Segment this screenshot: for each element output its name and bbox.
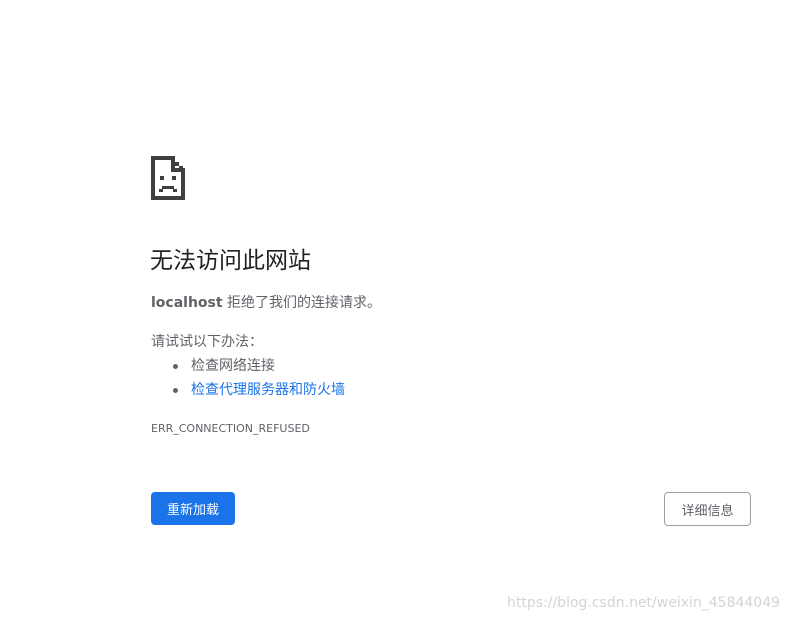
watermark: https://blog.csdn.net/weixin_45844049 xyxy=(507,595,781,611)
details-button[interactable]: 详细信息 xyxy=(664,492,751,526)
sad-document-icon xyxy=(151,156,185,200)
reload-button[interactable]: 重新加载 xyxy=(151,492,235,525)
suggestion-label: 检查网络连接 xyxy=(191,358,275,374)
page-title: 无法访问此网站 xyxy=(150,248,311,274)
suggestion-item-check-proxy: 检查代理服务器和防火墙 xyxy=(151,380,345,404)
suggestions-heading: 请试试以下办法： xyxy=(151,334,263,350)
error-page: 无法访问此网站 localhost 拒绝了我们的连接请求。 请试试以下办法： 检… xyxy=(0,0,788,622)
suggestion-item-check-network: 检查网络连接 xyxy=(151,356,345,380)
suggestions-list: 检查网络连接 检查代理服务器和防火墙 xyxy=(151,356,345,404)
bullet-icon xyxy=(173,364,178,369)
error-host: localhost xyxy=(151,295,223,311)
error-code: ERR_CONNECTION_REFUSED xyxy=(151,422,310,435)
error-message-text: 拒绝了我们的连接请求。 xyxy=(222,295,382,311)
bullet-icon xyxy=(173,388,178,393)
check-proxy-firewall-link[interactable]: 检查代理服务器和防火墙 xyxy=(191,382,345,398)
error-message: localhost 拒绝了我们的连接请求。 xyxy=(151,293,381,313)
